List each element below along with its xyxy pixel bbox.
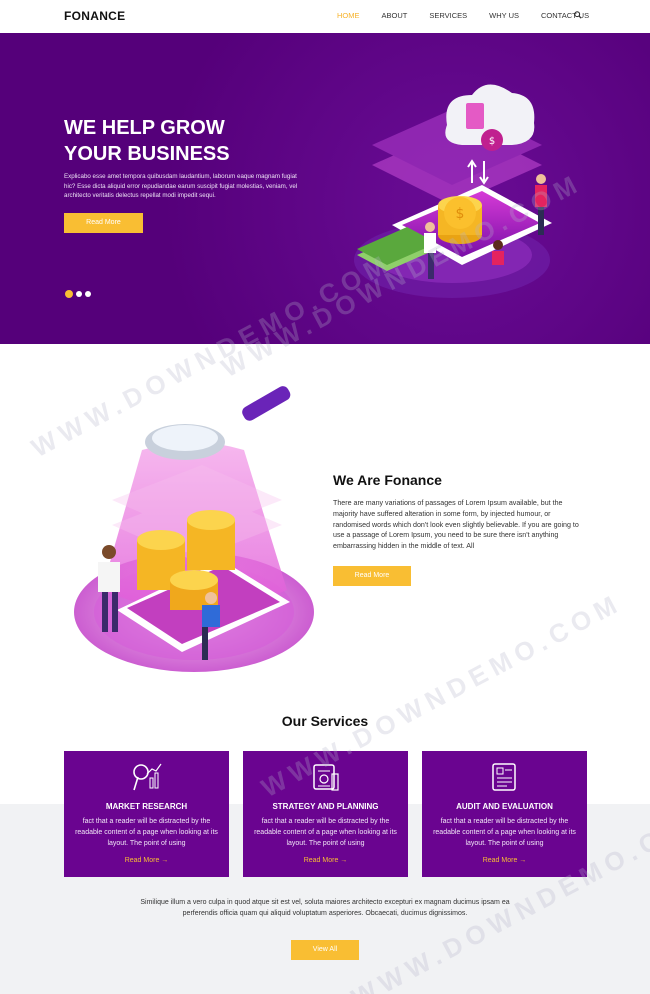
services-title: Our Services bbox=[281, 713, 369, 729]
card-text: fact that a reader will be distracted by… bbox=[254, 818, 397, 847]
nav-about[interactable]: ABOUT bbox=[382, 11, 408, 20]
service-card-audit-evaluation[interactable]: AUDIT AND EVALUATION fact that a reader … bbox=[422, 751, 587, 877]
slider-dot-3[interactable] bbox=[85, 291, 91, 297]
service-card-strategy-planning[interactable]: STRATEGY AND PLANNING fact that a reader… bbox=[243, 751, 408, 877]
card-title: MARKET RESEARCH bbox=[105, 802, 188, 811]
hero-read-more-button[interactable]: Read More bbox=[64, 213, 143, 233]
svg-text:$: $ bbox=[456, 206, 465, 222]
audit-evaluation-icon bbox=[492, 763, 516, 791]
nav-services[interactable]: SERVICES bbox=[429, 11, 467, 20]
card-read-more-link[interactable]: Read More → bbox=[243, 857, 408, 864]
card-read-more-link[interactable]: Read More → bbox=[422, 857, 587, 864]
nav-home[interactable]: HOME bbox=[337, 11, 360, 20]
service-card-market-research[interactable]: MARKET RESEARCH fact that a reader will … bbox=[64, 751, 229, 877]
view-all-button[interactable]: View All bbox=[291, 940, 359, 960]
card-text: fact that a reader will be distracted by… bbox=[433, 818, 576, 847]
finance-illustration: $ $ bbox=[354, 84, 552, 298]
search-icon[interactable] bbox=[574, 11, 582, 19]
market-research-icon bbox=[133, 763, 162, 791]
slider-dots bbox=[65, 290, 91, 298]
svg-text:$: $ bbox=[489, 136, 495, 147]
card-read-more-link[interactable]: Read More → bbox=[64, 857, 229, 864]
about-read-more-button[interactable]: Read More bbox=[333, 566, 411, 586]
about-title: We Are Fonance bbox=[333, 472, 442, 488]
site-logo[interactable]: FONANCE bbox=[64, 9, 125, 23]
bitcoin-search-illustration bbox=[74, 386, 314, 672]
about-description: There are many variations of passages of… bbox=[333, 499, 579, 551]
hero-description: Explicabo esse amet tempora quibusdam la… bbox=[64, 173, 298, 199]
card-title: STRATEGY AND PLANNING bbox=[272, 802, 379, 811]
strategy-planning-icon bbox=[313, 764, 339, 791]
nav-why-us[interactable]: WHY US bbox=[489, 11, 519, 20]
top-navbar: FONANCE HOME ABOUT SERVICES WHY US CONTA… bbox=[0, 0, 650, 33]
slider-dot-2[interactable] bbox=[76, 291, 82, 297]
card-text: fact that a reader will be distracted by… bbox=[75, 818, 218, 847]
main-menu: HOME ABOUT SERVICES WHY US CONTACT US bbox=[337, 11, 611, 20]
services-summary-text: Similique illum a vero culpa in quod atq… bbox=[140, 899, 510, 917]
slider-dot-1[interactable] bbox=[65, 290, 73, 298]
hero-banner: WE HELP GROW YOUR BUSINESS Explicabo ess… bbox=[0, 33, 650, 344]
card-title: AUDIT AND EVALUATION bbox=[456, 802, 553, 811]
hero-title: WE HELP GROW YOUR BUSINESS bbox=[64, 117, 230, 165]
